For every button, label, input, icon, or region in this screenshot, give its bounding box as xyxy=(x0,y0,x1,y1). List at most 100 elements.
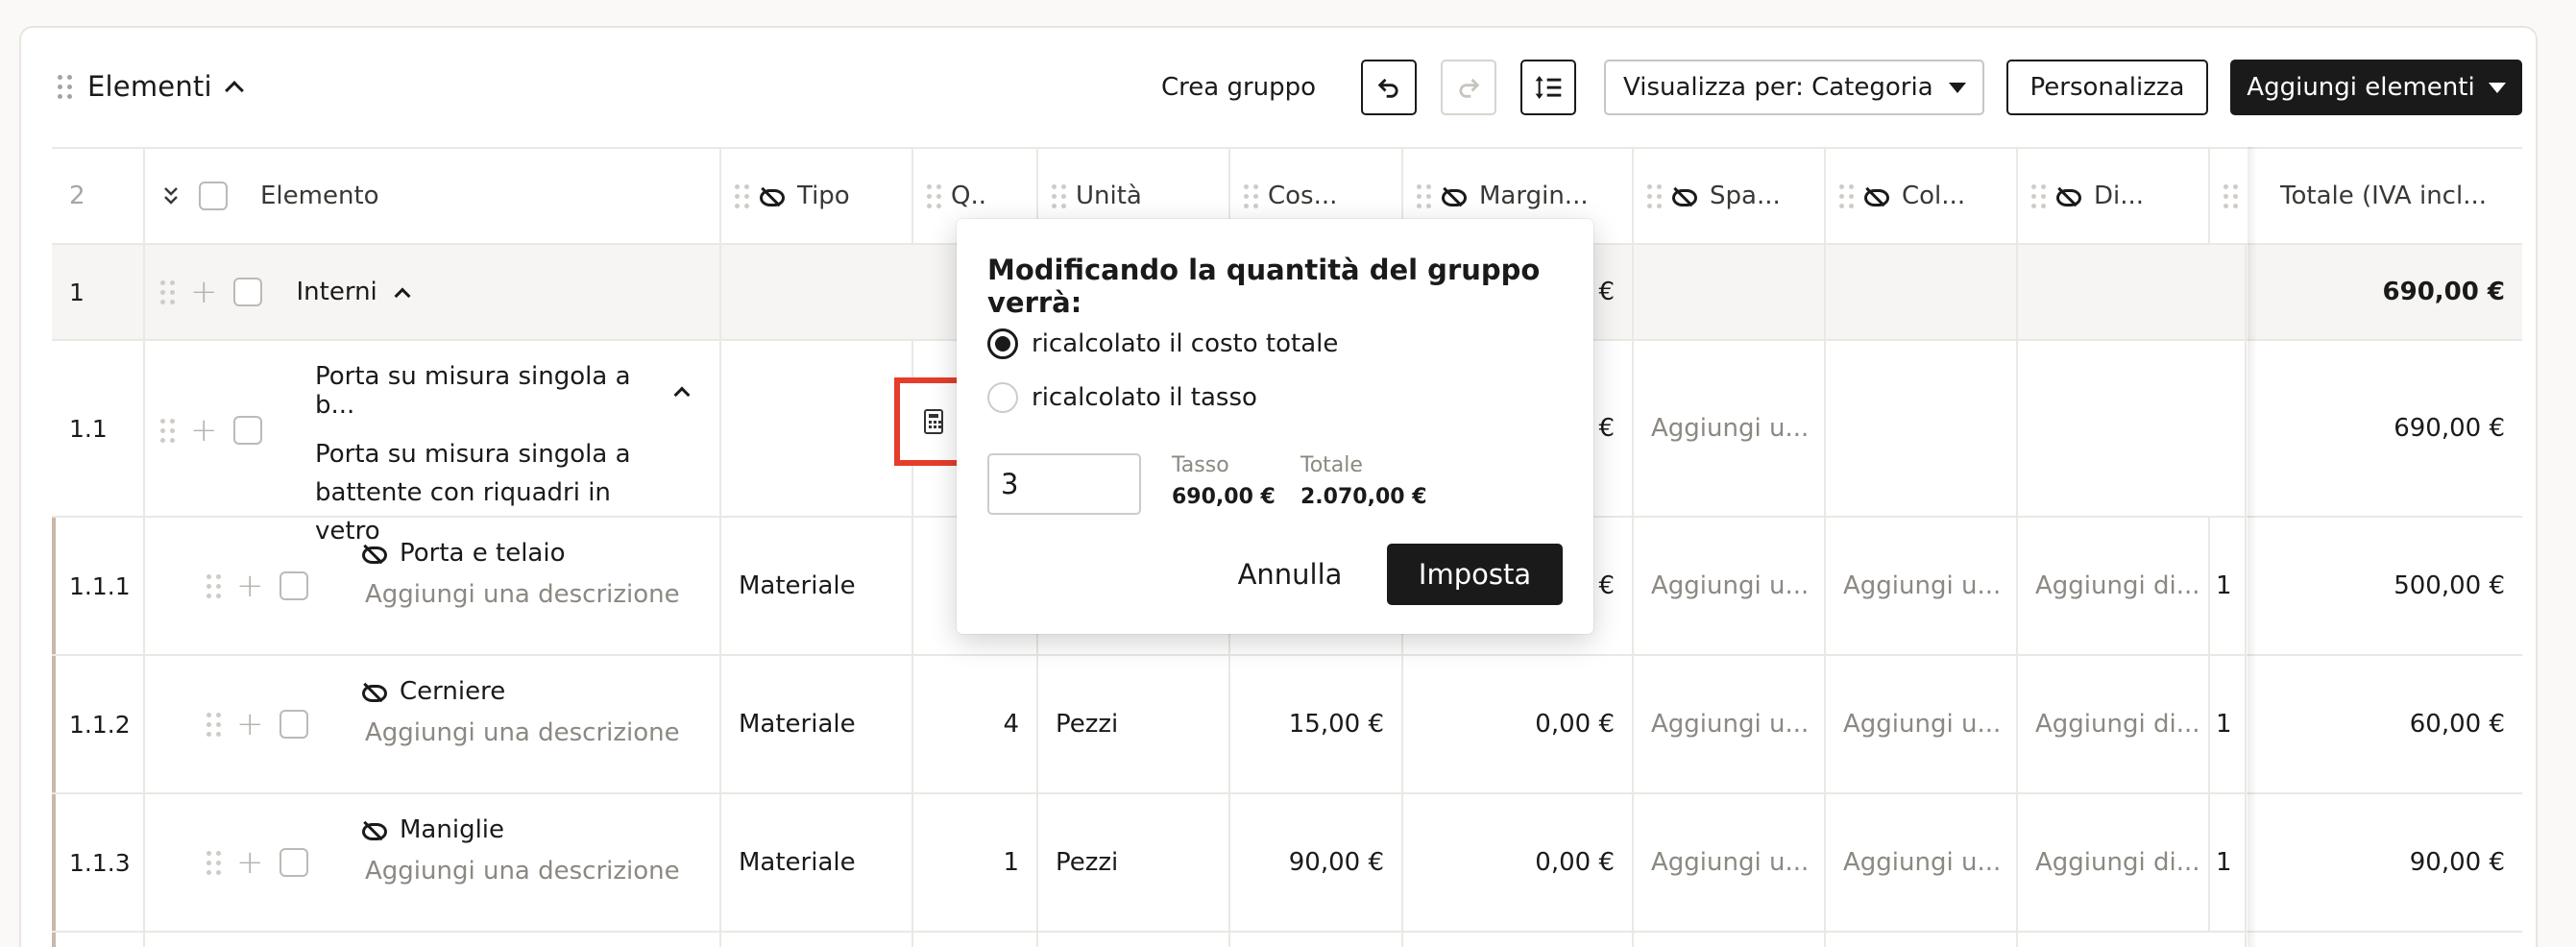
eye-off-icon[interactable] xyxy=(759,187,785,206)
row-count: 2 xyxy=(52,149,145,243)
drag-handle-icon[interactable] xyxy=(58,74,72,99)
row-unit[interactable]: Pezzi xyxy=(1038,794,1230,931)
eye-off-icon[interactable] xyxy=(361,821,387,840)
row-cost[interactable]: 15,00 € xyxy=(1230,656,1403,792)
row-description[interactable]: Aggiungi una descrizione xyxy=(365,852,680,890)
row-checkbox[interactable] xyxy=(232,278,262,306)
undo-button[interactable] xyxy=(1361,60,1417,115)
row-cost[interactable]: 90,00 € xyxy=(1230,794,1403,931)
drag-handle-icon[interactable] xyxy=(1647,183,1662,208)
cancel-button[interactable]: Annulla xyxy=(1208,544,1372,605)
option-recalculate-total[interactable]: ricalcolato il costo totale xyxy=(987,328,1338,359)
drag-handle-icon[interactable] xyxy=(1052,183,1066,208)
header-type[interactable]: Tipo xyxy=(721,149,913,243)
header-col[interactable]: Col... xyxy=(1826,149,2018,243)
radio-unselected[interactable] xyxy=(987,382,1018,413)
create-group-button[interactable]: Crea gruppo xyxy=(1161,60,1316,115)
add-items-button[interactable]: Aggiungi elementi xyxy=(2230,60,2522,115)
drag-handle-icon[interactable] xyxy=(735,183,749,208)
row-di[interactable]: Aggiungi di... xyxy=(2018,518,2210,654)
row-spa[interactable]: Aggiungi u... xyxy=(1634,656,1826,792)
drag-handle-icon[interactable] xyxy=(2031,183,2046,208)
row-description[interactable]: Aggiungi una descrizione xyxy=(365,575,680,614)
row-quantity[interactable]: 1 xyxy=(913,794,1038,931)
rate-label: Tasso xyxy=(1172,453,1229,477)
row-quantity[interactable]: 4 xyxy=(913,656,1038,792)
row-di[interactable]: Aggiungi di... xyxy=(2018,794,2210,931)
header-total[interactable]: Totale (IVA incl... xyxy=(2257,149,2522,243)
row-type[interactable]: Materiale xyxy=(721,518,913,654)
row-name[interactable]: Maniglie xyxy=(400,815,504,844)
header-spa[interactable]: Spa... xyxy=(1634,149,1826,243)
row-spa[interactable]: Aggiungi u... xyxy=(1634,518,1826,654)
quantity-input[interactable] xyxy=(987,453,1141,515)
row-checkbox[interactable] xyxy=(232,416,262,445)
row-unit[interactable]: Pezzi xyxy=(1038,656,1230,792)
row-spa[interactable]: Aggiungi u... xyxy=(1634,794,1826,931)
row-checkbox[interactable] xyxy=(279,571,308,600)
select-all-checkbox[interactable] xyxy=(199,182,228,210)
drag-handle-icon[interactable] xyxy=(2224,183,2238,208)
chevron-up-icon[interactable] xyxy=(673,386,691,403)
row-name[interactable]: Porta e telaio xyxy=(400,539,565,568)
row-checkbox[interactable] xyxy=(279,710,308,739)
total-stat: Totale 2.070,00 € xyxy=(1300,453,1427,509)
row-margin[interactable]: 0,00 € xyxy=(1403,656,1634,792)
row-col[interactable]: Aggiungi u... xyxy=(1826,518,2018,654)
row-margin[interactable]: 0,00 € xyxy=(1403,794,1634,931)
drag-handle-icon[interactable] xyxy=(160,279,175,304)
view-by-dropdown[interactable]: Visualizza per: Categoria xyxy=(1604,60,1984,115)
option-recalculate-rate[interactable]: ricalcolato il tasso xyxy=(987,382,1257,413)
row-checkbox[interactable] xyxy=(279,848,308,877)
add-icon[interactable]: + xyxy=(190,414,218,447)
group-index: 1 xyxy=(52,245,145,339)
drag-handle-icon[interactable] xyxy=(1244,183,1258,208)
item-spa-placeholder[interactable]: Aggiungi u... xyxy=(1634,341,1826,516)
drag-handle-icon[interactable] xyxy=(207,850,221,875)
drag-handle-icon[interactable] xyxy=(1839,183,1854,208)
row-type[interactable]: Materiale xyxy=(721,794,913,931)
drag-handle-icon[interactable] xyxy=(160,418,175,443)
row-type[interactable]: Materiale xyxy=(721,656,913,792)
panel-header[interactable]: Elementi xyxy=(58,70,244,103)
add-icon[interactable]: + xyxy=(236,570,264,602)
panel-title: Elementi xyxy=(87,70,212,103)
drag-handle-icon[interactable] xyxy=(207,573,221,598)
collapse-all-icon[interactable] xyxy=(162,185,180,206)
row-description[interactable]: Aggiungi una descrizione xyxy=(365,714,680,752)
header-element-label: Elemento xyxy=(260,182,379,210)
row-height-button[interactable] xyxy=(1520,60,1576,115)
redo-button[interactable] xyxy=(1441,60,1496,115)
eye-off-icon[interactable] xyxy=(2055,187,2081,206)
add-icon[interactable]: + xyxy=(236,708,264,741)
customize-button[interactable]: Personalizza xyxy=(2006,60,2208,115)
chevron-up-icon[interactable] xyxy=(394,287,411,304)
drag-handle-icon[interactable] xyxy=(927,183,941,208)
total-value: 2.070,00 € xyxy=(1300,485,1427,509)
eye-off-icon[interactable] xyxy=(361,545,387,564)
item-title[interactable]: Porta su misura singola a b... xyxy=(315,362,676,420)
chevron-up-icon[interactable] xyxy=(224,81,244,100)
eye-off-icon[interactable] xyxy=(361,683,387,702)
header-di[interactable]: Di... xyxy=(2018,149,2210,243)
row-index-cell xyxy=(52,933,145,947)
drag-handle-icon[interactable] xyxy=(1417,183,1431,208)
row-name[interactable]: Cerniere xyxy=(400,677,505,706)
add-icon[interactable]: + xyxy=(190,276,218,308)
set-button[interactable]: Imposta xyxy=(1387,544,1563,605)
header-hidden-column[interactable] xyxy=(2210,149,2247,243)
drag-handle-icon[interactable] xyxy=(207,712,221,737)
eye-off-icon[interactable] xyxy=(1863,187,1889,206)
group-spa-cell xyxy=(1634,245,1826,339)
row-di-cell xyxy=(2018,933,2247,947)
add-icon[interactable]: + xyxy=(236,846,264,879)
rate-value: 690,00 € xyxy=(1172,485,1276,509)
group-type-cell xyxy=(721,245,913,339)
row-col[interactable]: Aggiungi u... xyxy=(1826,794,2018,931)
radio-selected[interactable] xyxy=(987,328,1018,359)
eye-off-icon[interactable] xyxy=(1441,187,1467,206)
total-label: Totale xyxy=(1300,453,1363,477)
eye-off-icon[interactable] xyxy=(1671,187,1697,206)
row-di[interactable]: Aggiungi di... xyxy=(2018,656,2210,792)
row-col[interactable]: Aggiungi u... xyxy=(1826,656,2018,792)
